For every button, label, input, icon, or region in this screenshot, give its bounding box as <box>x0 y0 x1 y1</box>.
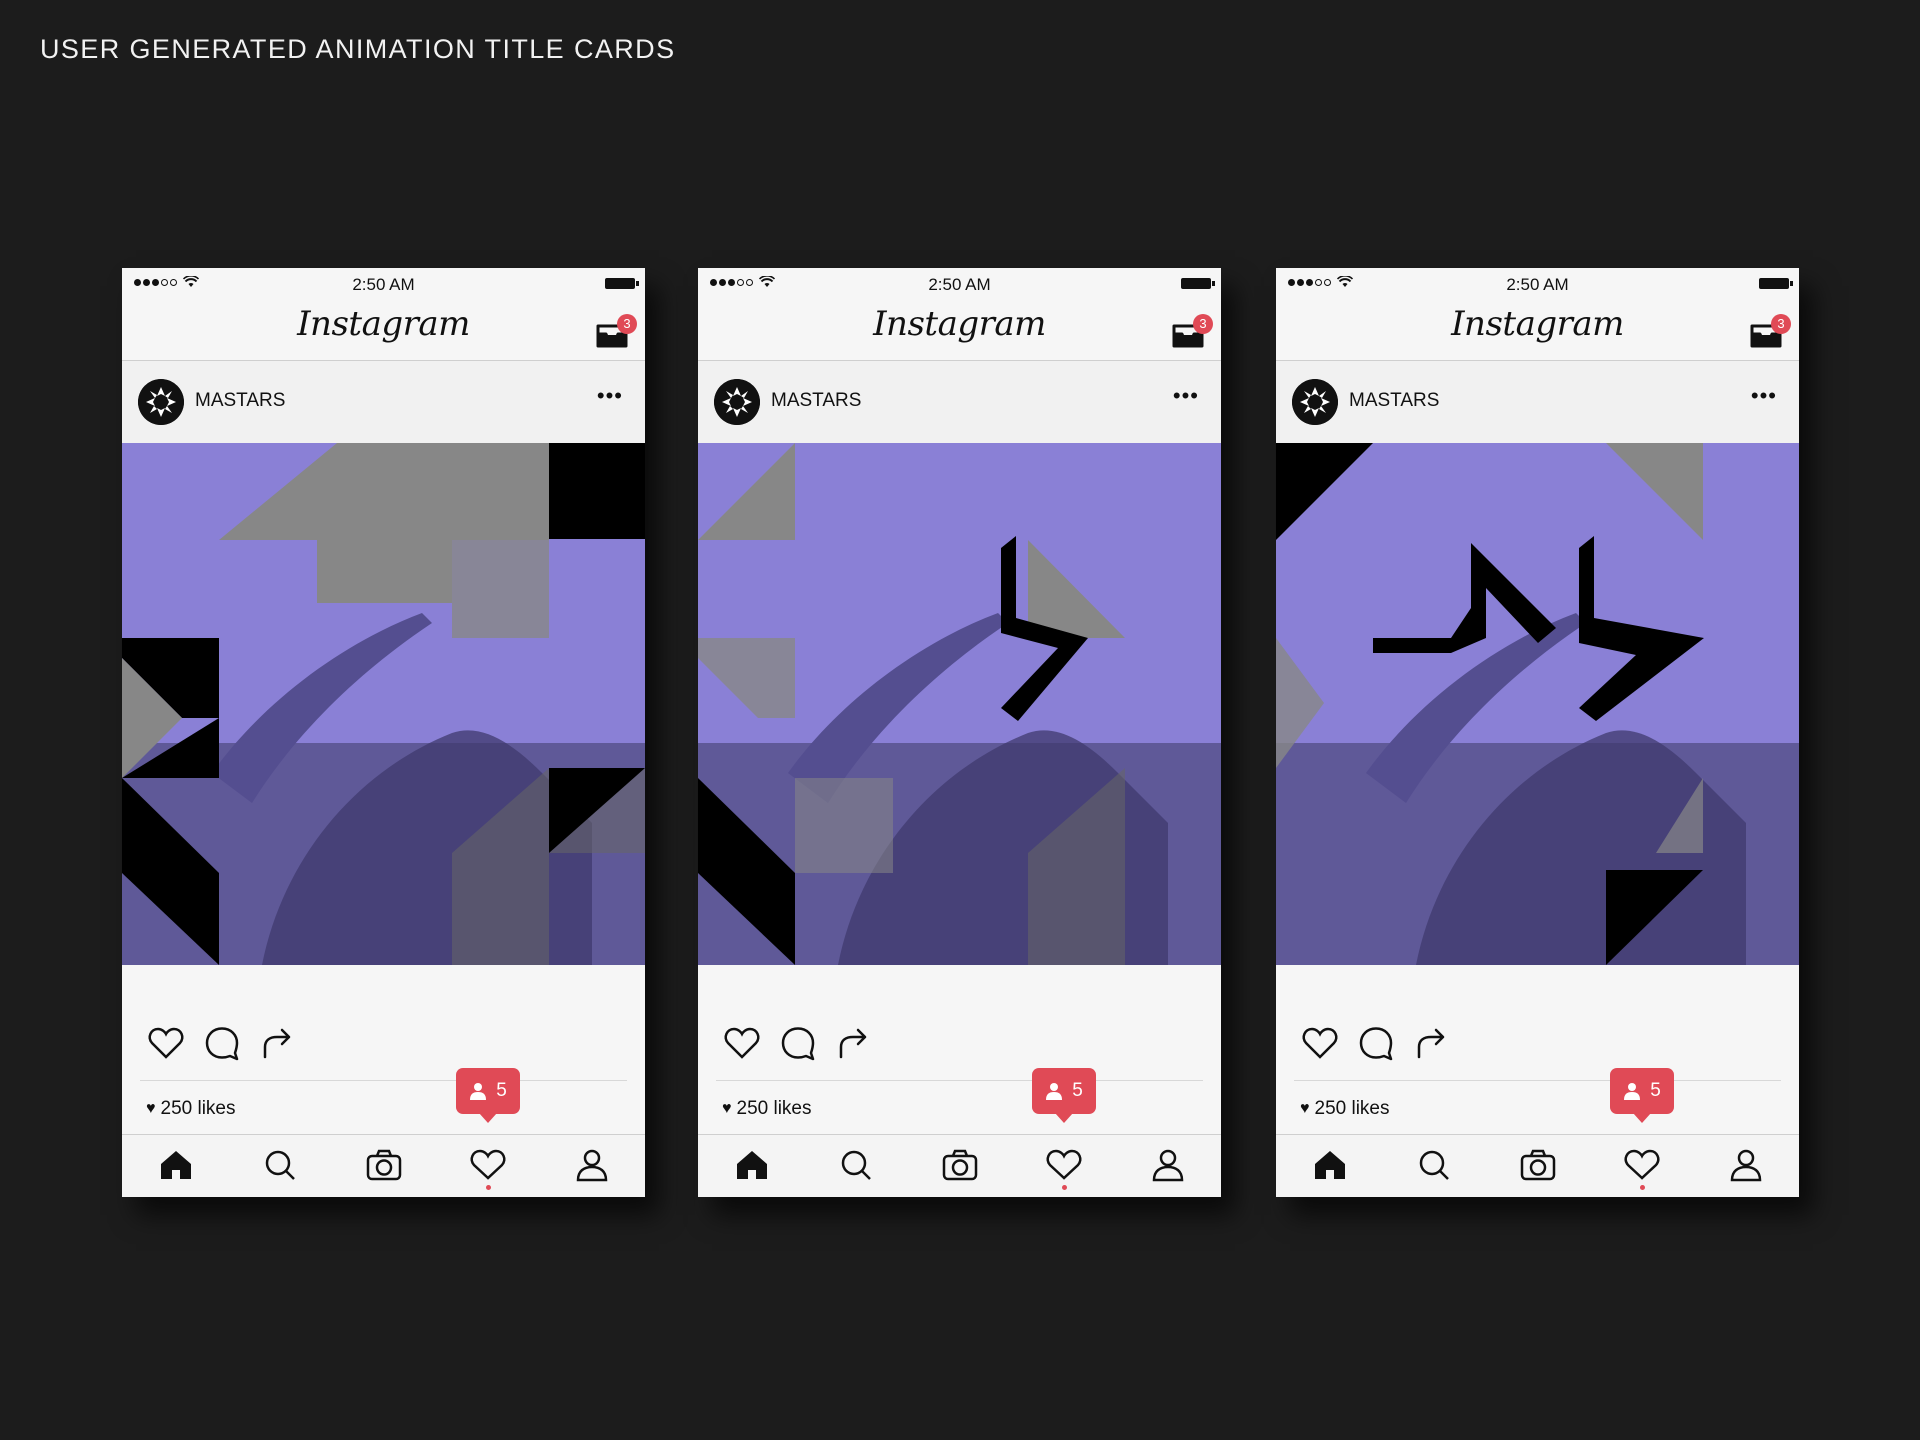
app-header: Instagram 3 <box>1276 300 1799 361</box>
likes-count: ♥ 250 likes <box>1300 1098 1390 1120</box>
divider <box>140 1080 627 1081</box>
profile-icon[interactable] <box>572 1147 612 1183</box>
page-title: USER GENERATED ANIMATION TITLE CARDS <box>40 34 676 64</box>
more-options-icon[interactable]: ••• <box>597 385 623 407</box>
inbox-badge: 3 <box>1771 314 1791 334</box>
status-bar: 2:50 AM <box>1276 268 1799 300</box>
phone-mockup-2: 2:50 AM Instagram 3 MASTARS ••• ♥ 250 li… <box>698 268 1221 1197</box>
active-indicator <box>486 1185 491 1190</box>
activity-notification[interactable]: 5 <box>1032 1068 1096 1123</box>
post-actions <box>1276 1023 1799 1083</box>
phone-mockup-3: 2:50 AM Instagram 3 MASTARS ••• ♥ 250 li… <box>1276 268 1799 1197</box>
heart-icon <box>1046 1149 1082 1180</box>
divider <box>1294 1080 1781 1081</box>
post-image <box>698 443 1221 965</box>
profile-icon[interactable] <box>1148 1147 1188 1183</box>
divider <box>716 1080 1203 1081</box>
phone-mockup-1: 2:50 AM Instagram 3 MASTARS ••• ♥ 250 li… <box>122 268 645 1197</box>
share-icon[interactable] <box>833 1023 873 1063</box>
tab-activity[interactable] <box>468 1147 508 1190</box>
user-icon <box>1624 1083 1641 1100</box>
activity-notification[interactable]: 5 <box>1610 1068 1674 1123</box>
share-icon[interactable] <box>1411 1023 1451 1063</box>
heart-filled-icon: ♥ <box>722 1100 732 1117</box>
heart-filled-icon: ♥ <box>1300 1100 1310 1117</box>
notification-count: 5 <box>1072 1080 1083 1101</box>
comment-icon[interactable] <box>202 1023 242 1063</box>
more-options-icon[interactable]: ••• <box>1751 385 1777 407</box>
heart-filled-icon: ♥ <box>146 1100 156 1117</box>
profile-icon[interactable] <box>1726 1147 1766 1183</box>
more-options-icon[interactable]: ••• <box>1173 385 1199 407</box>
home-icon[interactable] <box>156 1147 196 1183</box>
tab-bar <box>1276 1134 1799 1197</box>
share-icon[interactable] <box>257 1023 297 1063</box>
camera-icon[interactable] <box>1518 1147 1558 1183</box>
post-actions <box>122 1023 645 1083</box>
likes-label: 250 likes <box>1314 1098 1390 1119</box>
active-indicator <box>1640 1185 1645 1190</box>
home-icon[interactable] <box>1310 1147 1350 1183</box>
active-indicator <box>1062 1185 1067 1190</box>
heart-icon <box>470 1149 506 1180</box>
status-bar: 2:50 AM <box>698 268 1221 300</box>
comment-icon[interactable] <box>778 1023 818 1063</box>
search-icon[interactable] <box>1414 1147 1454 1183</box>
post-username[interactable]: MASTARS <box>1349 390 1439 412</box>
activity-notification[interactable]: 5 <box>456 1068 520 1123</box>
camera-icon[interactable] <box>364 1147 404 1183</box>
post-username[interactable]: MASTARS <box>195 390 285 412</box>
app-header: Instagram 3 <box>122 300 645 361</box>
post-header: MASTARS ••• <box>1276 361 1799 443</box>
heart-icon <box>1624 1149 1660 1180</box>
notification-count: 5 <box>496 1080 507 1101</box>
app-logo: Instagram <box>297 304 470 344</box>
like-icon[interactable] <box>722 1023 762 1063</box>
search-icon[interactable] <box>836 1147 876 1183</box>
inbox-badge: 3 <box>617 314 637 334</box>
comment-icon[interactable] <box>1356 1023 1396 1063</box>
like-icon[interactable] <box>146 1023 186 1063</box>
like-icon[interactable] <box>1300 1023 1340 1063</box>
user-icon <box>1046 1083 1063 1100</box>
status-time: 2:50 AM <box>1506 275 1569 294</box>
status-time: 2:50 AM <box>928 275 991 294</box>
tab-activity[interactable] <box>1622 1147 1662 1190</box>
inbox-badge: 3 <box>1193 314 1213 334</box>
home-icon[interactable] <box>732 1147 772 1183</box>
tab-activity[interactable] <box>1044 1147 1084 1190</box>
post-image <box>1276 443 1799 965</box>
status-bar: 2:50 AM <box>122 268 645 300</box>
likes-label: 250 likes <box>160 1098 236 1119</box>
avatar[interactable] <box>1292 379 1338 425</box>
app-header: Instagram 3 <box>698 300 1221 361</box>
search-icon[interactable] <box>260 1147 300 1183</box>
likes-count: ♥ 250 likes <box>146 1098 236 1120</box>
post-header: MASTARS ••• <box>122 361 645 443</box>
post-header: MASTARS ••• <box>698 361 1221 443</box>
battery-icon <box>1181 278 1215 289</box>
likes-label: 250 likes <box>736 1098 812 1119</box>
likes-count: ♥ 250 likes <box>722 1098 812 1120</box>
battery-icon <box>1759 278 1793 289</box>
post-username[interactable]: MASTARS <box>771 390 861 412</box>
status-time: 2:50 AM <box>352 275 415 294</box>
tab-bar <box>122 1134 645 1197</box>
tab-bar <box>698 1134 1221 1197</box>
user-icon <box>470 1083 487 1100</box>
app-logo: Instagram <box>873 304 1046 344</box>
post-actions <box>698 1023 1221 1083</box>
camera-icon[interactable] <box>940 1147 980 1183</box>
notification-count: 5 <box>1650 1080 1661 1101</box>
app-logo: Instagram <box>1451 304 1624 344</box>
avatar[interactable] <box>714 379 760 425</box>
avatar[interactable] <box>138 379 184 425</box>
post-image <box>122 443 645 965</box>
battery-icon <box>605 278 639 289</box>
